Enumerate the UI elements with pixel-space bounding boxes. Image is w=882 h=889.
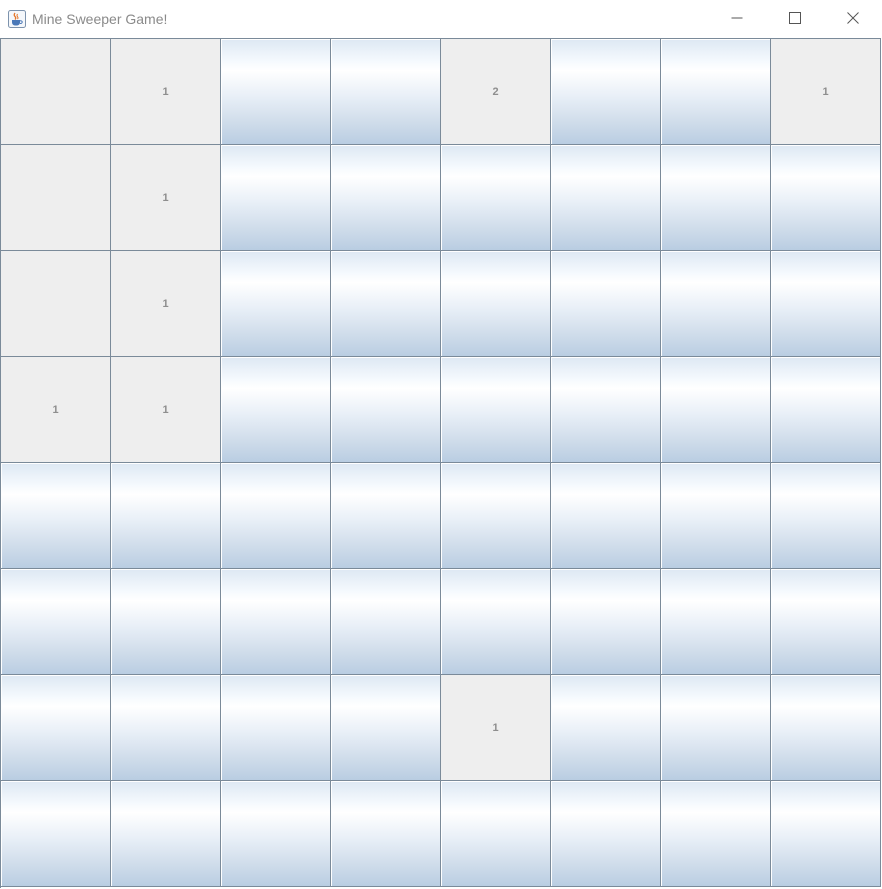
hidden-cell[interactable] <box>661 251 771 357</box>
maximize-button[interactable] <box>766 0 824 36</box>
hidden-cell[interactable] <box>771 569 881 675</box>
hidden-cell[interactable] <box>331 251 441 357</box>
hidden-cell[interactable] <box>551 357 661 463</box>
close-button[interactable] <box>824 0 882 36</box>
hidden-cell[interactable] <box>331 781 441 887</box>
hidden-cell[interactable] <box>551 145 661 251</box>
hidden-cell[interactable] <box>221 569 331 675</box>
window-title: Mine Sweeper Game! <box>32 11 168 27</box>
hidden-cell[interactable] <box>441 145 551 251</box>
hidden-cell[interactable] <box>221 463 331 569</box>
hidden-cell[interactable] <box>551 781 661 887</box>
hidden-cell[interactable] <box>551 39 661 145</box>
hidden-cell[interactable] <box>221 357 331 463</box>
hidden-cell[interactable] <box>1 675 111 781</box>
hidden-cell[interactable] <box>221 39 331 145</box>
hidden-cell[interactable] <box>331 145 441 251</box>
hidden-cell[interactable] <box>111 781 221 887</box>
app-window: Mine Sweeper Game! 12111111 <box>0 0 882 889</box>
revealed-cell: 1 <box>441 675 551 781</box>
hidden-cell[interactable] <box>111 569 221 675</box>
hidden-cell[interactable] <box>441 463 551 569</box>
hidden-cell[interactable] <box>771 251 881 357</box>
hidden-cell[interactable] <box>771 675 881 781</box>
minesweeper-board: 12111111 <box>0 38 881 888</box>
hidden-cell[interactable] <box>661 39 771 145</box>
revealed-cell: 1 <box>771 39 881 145</box>
hidden-cell[interactable] <box>331 463 441 569</box>
revealed-cell: 1 <box>1 357 111 463</box>
hidden-cell[interactable] <box>441 569 551 675</box>
hidden-cell[interactable] <box>771 781 881 887</box>
close-icon <box>847 12 859 24</box>
hidden-cell[interactable] <box>221 781 331 887</box>
hidden-cell[interactable] <box>331 569 441 675</box>
hidden-cell[interactable] <box>111 463 221 569</box>
hidden-cell[interactable] <box>551 569 661 675</box>
hidden-cell[interactable] <box>771 357 881 463</box>
hidden-cell[interactable] <box>1 781 111 887</box>
window-controls <box>708 0 882 38</box>
hidden-cell[interactable] <box>661 357 771 463</box>
hidden-cell[interactable] <box>661 569 771 675</box>
hidden-cell[interactable] <box>221 145 331 251</box>
hidden-cell[interactable] <box>661 463 771 569</box>
hidden-cell[interactable] <box>441 781 551 887</box>
hidden-cell[interactable] <box>661 145 771 251</box>
revealed-cell: 2 <box>441 39 551 145</box>
revealed-cell: 1 <box>111 39 221 145</box>
hidden-cell[interactable] <box>221 251 331 357</box>
java-cup-icon <box>8 10 26 28</box>
hidden-cell[interactable] <box>221 675 331 781</box>
revealed-cell <box>1 145 111 251</box>
hidden-cell[interactable] <box>771 145 881 251</box>
hidden-cell[interactable] <box>331 357 441 463</box>
hidden-cell[interactable] <box>331 39 441 145</box>
hidden-cell[interactable] <box>661 675 771 781</box>
hidden-cell[interactable] <box>1 463 111 569</box>
hidden-cell[interactable] <box>551 675 661 781</box>
hidden-cell[interactable] <box>111 675 221 781</box>
hidden-cell[interactable] <box>771 463 881 569</box>
minimize-icon <box>731 17 743 19</box>
hidden-cell[interactable] <box>551 251 661 357</box>
hidden-cell[interactable] <box>331 675 441 781</box>
hidden-cell[interactable] <box>661 781 771 887</box>
hidden-cell[interactable] <box>1 569 111 675</box>
hidden-cell[interactable] <box>441 357 551 463</box>
maximize-icon <box>789 12 801 24</box>
revealed-cell: 1 <box>111 251 221 357</box>
revealed-cell: 1 <box>111 357 221 463</box>
hidden-cell[interactable] <box>441 251 551 357</box>
revealed-cell <box>1 251 111 357</box>
title-bar[interactable]: Mine Sweeper Game! <box>0 0 882 38</box>
hidden-cell[interactable] <box>551 463 661 569</box>
revealed-cell <box>1 39 111 145</box>
minimize-button[interactable] <box>708 0 766 36</box>
revealed-cell: 1 <box>111 145 221 251</box>
